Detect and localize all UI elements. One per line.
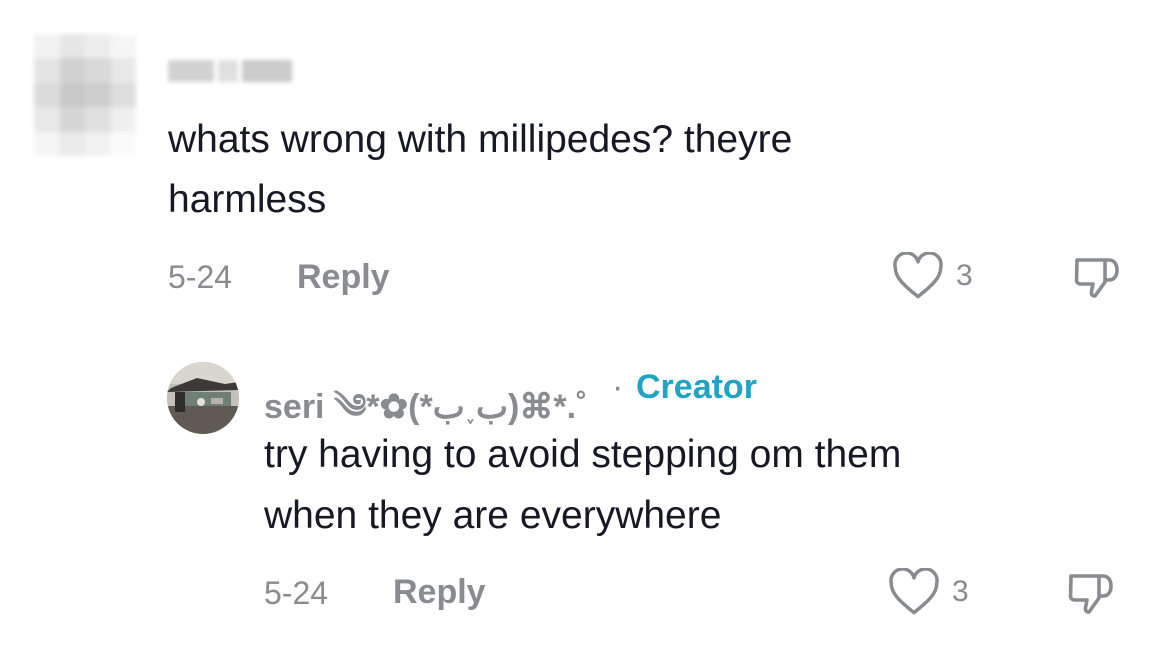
username-blurred[interactable] xyxy=(168,60,292,82)
reply-date: 5-24 xyxy=(264,575,329,611)
reply-button[interactable]: Reply xyxy=(297,258,390,297)
thumbs-down-outline-icon xyxy=(1068,574,1113,614)
reply-text-line-2: when they are everywhere xyxy=(264,494,722,537)
creator-badge: Creator xyxy=(636,368,757,406)
avatar-photo xyxy=(167,362,239,434)
like-button-2[interactable]: 3 xyxy=(888,568,969,616)
comment-text-line-1: whats wrong with millipedes? theyre xyxy=(168,118,793,161)
separator-dot: · xyxy=(612,368,624,406)
like-count-2: 3 xyxy=(952,575,969,608)
thumbs-down-outline-icon xyxy=(1074,258,1119,298)
avatar[interactable] xyxy=(167,362,239,434)
reply-button-2[interactable]: Reply xyxy=(393,573,486,612)
heart-outline-icon xyxy=(889,568,939,615)
reply-text-line-1: try having to avoid stepping om them xyxy=(264,433,902,476)
avatar-blurred[interactable] xyxy=(34,34,136,156)
comment-text-line-2: harmless xyxy=(168,178,327,221)
heart-outline-icon xyxy=(893,252,943,299)
dislike-button-2[interactable] xyxy=(1064,570,1118,623)
like-button[interactable]: 3 xyxy=(892,252,973,300)
dislike-button[interactable] xyxy=(1070,254,1124,307)
comment-date: 5-24 xyxy=(168,259,233,295)
like-count: 3 xyxy=(956,259,973,292)
